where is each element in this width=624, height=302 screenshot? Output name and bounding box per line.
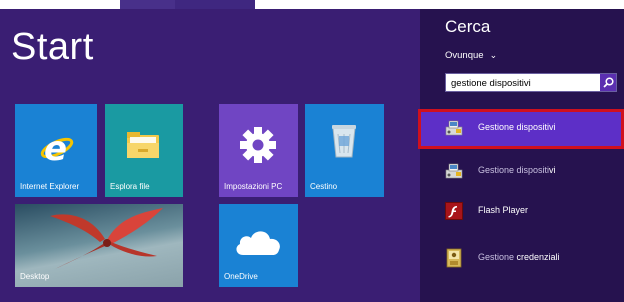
gear-icon [239,126,277,169]
tile-recycle-bin[interactable]: Cestino [305,104,384,197]
search-icon [603,77,614,88]
search-result-item[interactable]: Gestione dispositivi [420,153,624,189]
chevron-down-icon: ⌄ [489,50,498,60]
folder-icon [126,131,160,164]
flash-player-icon [444,201,464,221]
windows-start-screen: Start e Internet Explorer Esplora file I… [0,0,624,302]
tile-label: Cestino [310,182,338,191]
scroll-indicator [120,0,175,9]
tile-label: Esplora file [110,182,150,191]
tile-label: Impostazioni PC [224,182,283,191]
search-scope-label: Ovunque [445,50,484,61]
tile-file-explorer[interactable]: Esplora file [105,104,183,197]
tile-label: OneDrive [224,272,258,281]
search-box [445,73,617,92]
search-result-item[interactable]: Gestione credenziali [420,240,624,276]
search-input[interactable] [451,76,597,90]
internet-explorer-icon: e [39,128,75,171]
desktop-wallpaper-flower-icon [45,204,175,279]
tile-label: Desktop [20,272,50,281]
search-result-label: Gestione credenziali [478,252,560,262]
svg-text:e: e [44,129,67,166]
search-result-item[interactable]: Flash Player [420,193,624,229]
cloud-icon [233,226,283,261]
search-button[interactable] [600,74,616,91]
tile-pc-settings[interactable]: Impostazioni PC [219,104,298,197]
start-title: Start [11,26,94,68]
tile-label: Internet Explorer [20,182,80,191]
search-scope-dropdown[interactable]: Ovunque ⌄ [445,50,497,61]
highlight-annotation-box [418,109,624,149]
recycle-bin-icon [331,122,357,163]
search-result-label: Flash Player [478,205,529,215]
device-manager-icon [444,161,464,181]
tile-internet-explorer[interactable]: e Internet Explorer [15,104,97,197]
tile-onedrive[interactable]: OneDrive [219,204,298,287]
search-result-label: Gestione dispositivi [478,165,556,175]
scroll-track [175,0,255,9]
credential-manager-icon [444,248,464,268]
search-pane-title: Cerca [445,17,491,36]
tile-desktop[interactable]: Desktop [15,204,183,287]
